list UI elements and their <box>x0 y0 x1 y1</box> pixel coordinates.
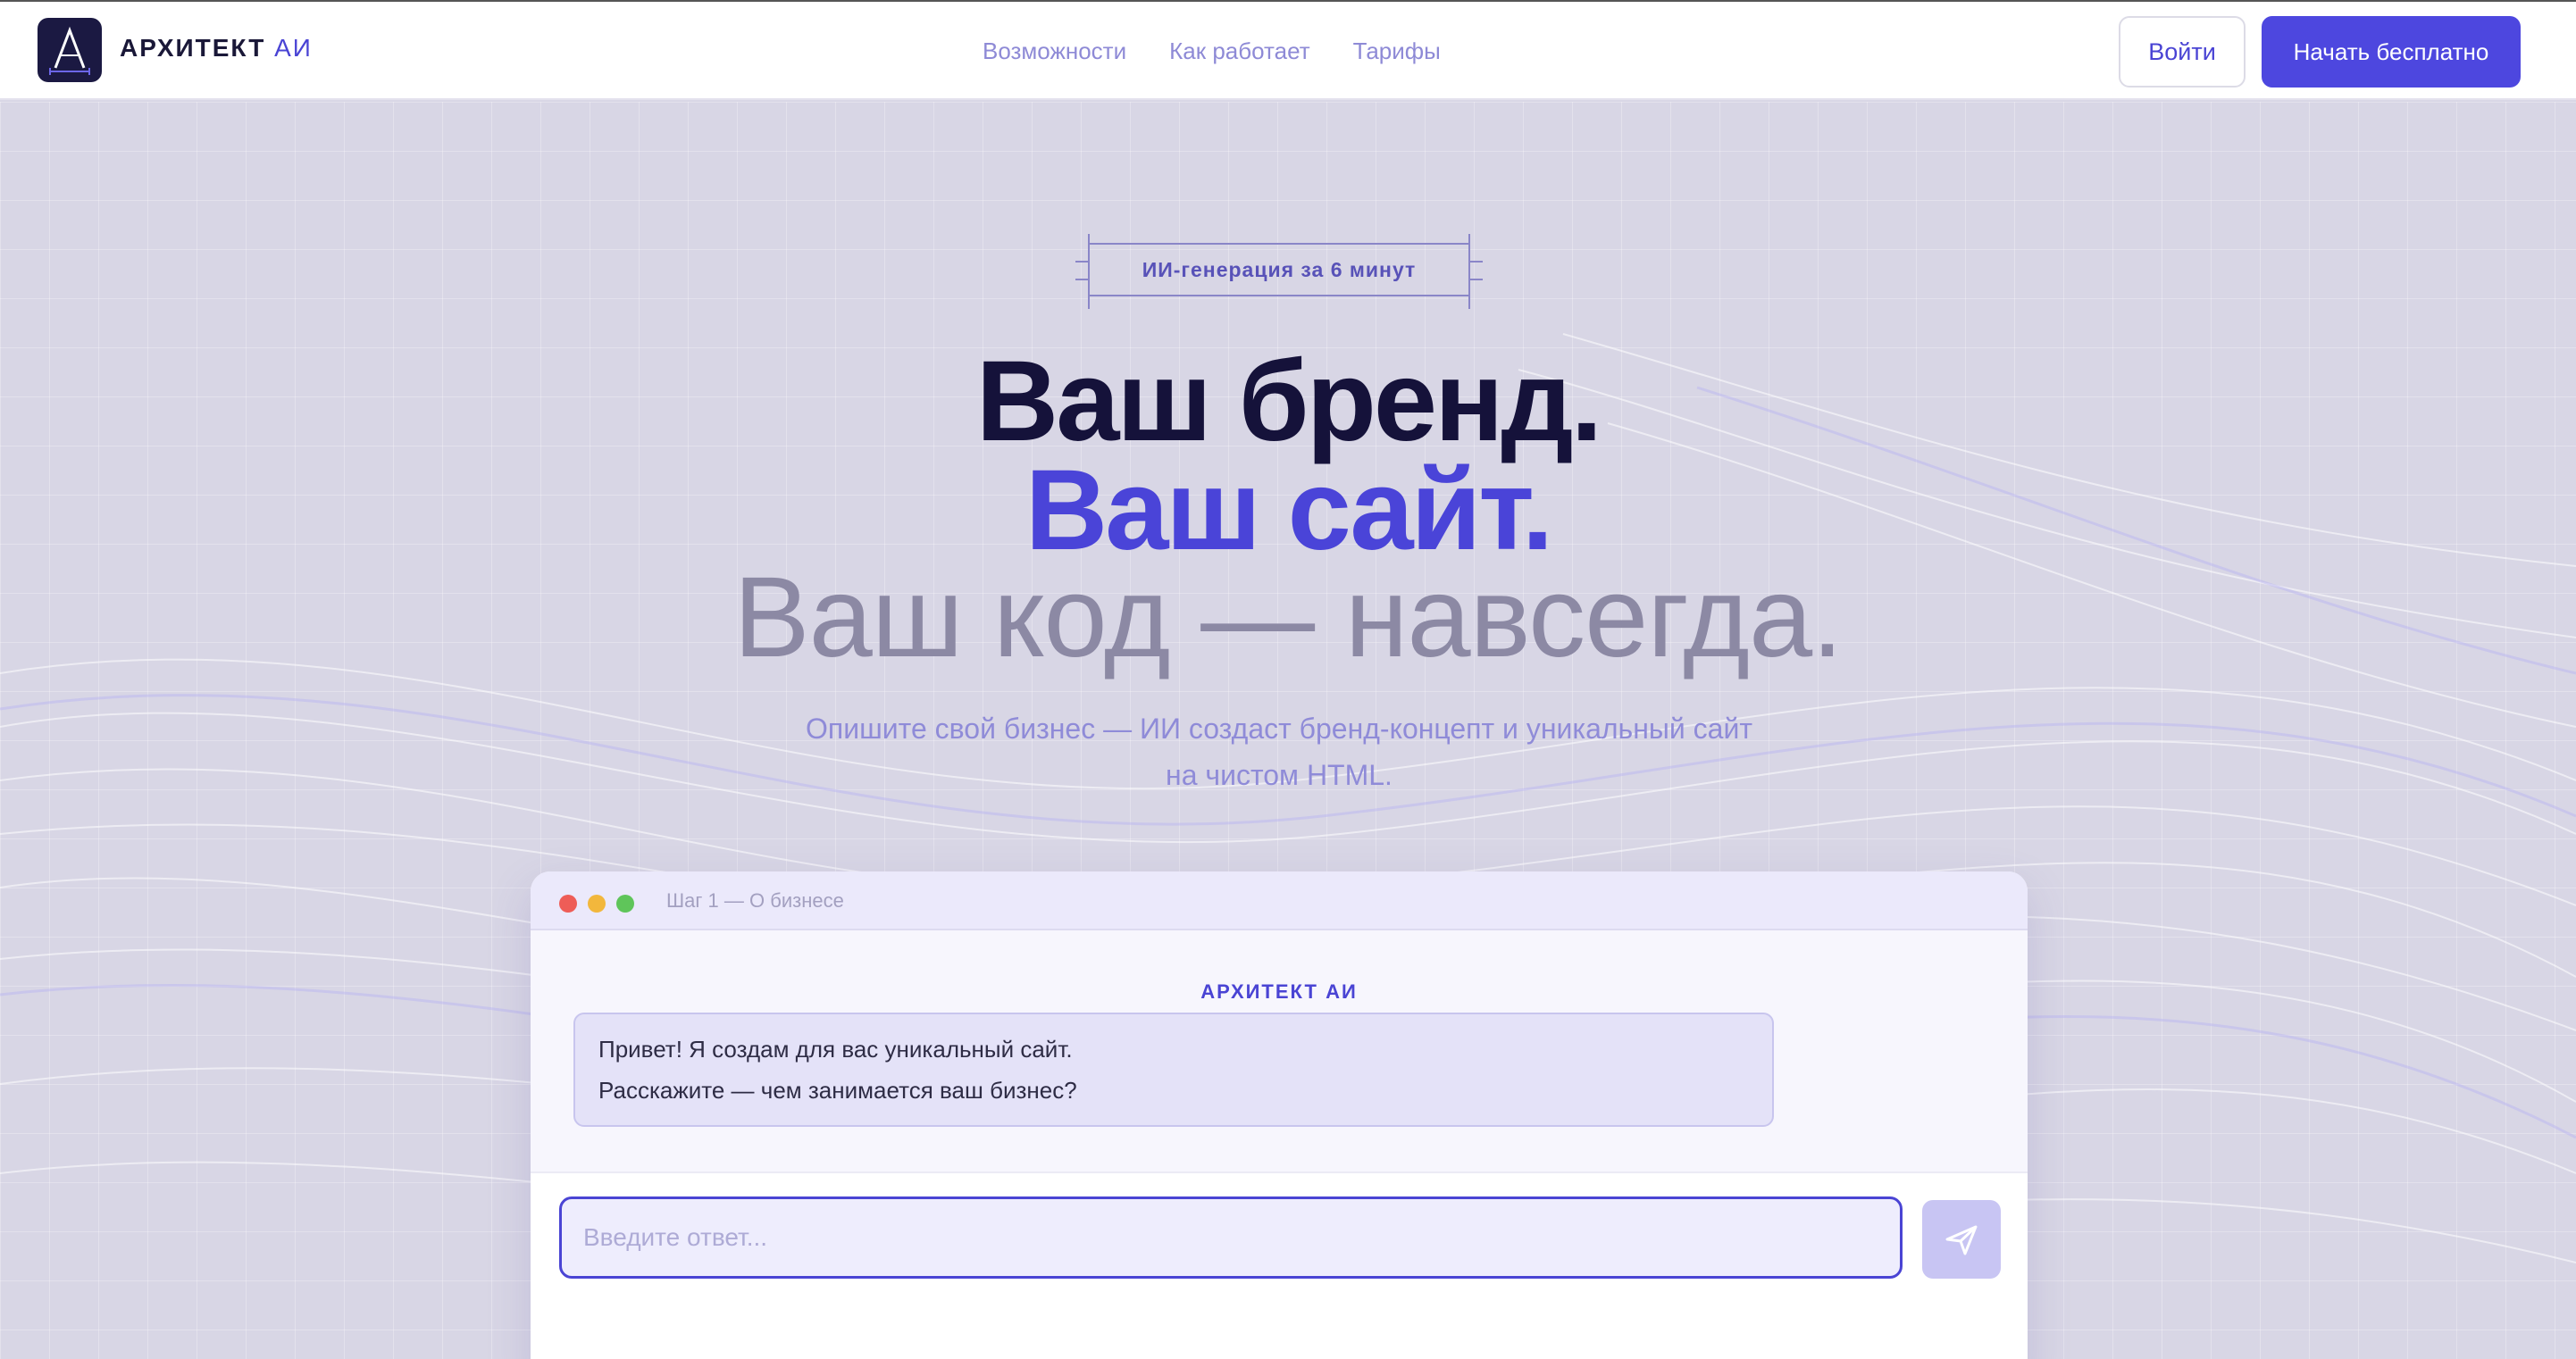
answer-input[interactable] <box>559 1196 1903 1279</box>
step-label: Шаг 1 — О бизнесе <box>666 889 844 912</box>
nav-link-features[interactable]: Возможности <box>983 38 1126 65</box>
close-dot-icon <box>559 895 577 913</box>
start-free-button[interactable]: Начать бесплатно <box>2262 16 2521 88</box>
nav-link-pricing[interactable]: Тарифы <box>1353 38 1441 65</box>
badge-stub-left <box>1075 261 1088 280</box>
main-nav: Возможности Как работает Тарифы <box>983 38 1441 65</box>
brand-name-accent: АИ <box>274 34 313 62</box>
send-icon <box>1945 1225 1978 1255</box>
brand-name-text: АРХИТЕКТ <box>120 34 266 62</box>
hero-badge: ИИ-генерация за 6 минут <box>1075 234 1483 309</box>
message-sender: АРХИТЕКТ АИ <box>1200 980 1358 1003</box>
message-line: Привет! Я создам для вас уникальный сайт… <box>598 1036 1073 1063</box>
message-line: Расскажите — чем занимается ваш бизнес? <box>598 1077 1077 1104</box>
hero-subtitle: Опишите свой бизнес — ИИ создаст бренд-к… <box>806 713 1752 791</box>
chat-titlebar: Шаг 1 — О бизнесе <box>531 871 2028 930</box>
nav-link-how-it-works[interactable]: Как работает <box>1169 38 1310 65</box>
minimize-dot-icon <box>588 895 606 913</box>
chat-window: Шаг 1 — О бизнесе АРХИТЕКТ АИ Привет! Я … <box>531 871 2028 1359</box>
logo-icon[interactable] <box>38 18 102 82</box>
badge-stub-right <box>1470 261 1483 280</box>
headline-line-3: Ваш код — навсегда. <box>733 554 1843 681</box>
login-button[interactable]: Войти <box>2119 16 2246 88</box>
badge-text: ИИ-генерация за 6 минут <box>1142 257 1417 281</box>
chat-input-area <box>531 1171 2028 1359</box>
send-button[interactable] <box>1922 1200 2001 1279</box>
hero-section: ИИ-генерация за 6 минут Ваш бренд. Ваш с… <box>0 102 2576 1359</box>
site-header: АРХИТЕКТ АИ Возможности Как работает Тар… <box>0 2 2576 100</box>
maximize-dot-icon <box>616 895 634 913</box>
brand-name[interactable]: АРХИТЕКТ АИ <box>120 34 313 63</box>
badge-bracket-left <box>1088 234 1090 309</box>
assistant-message: Привет! Я создам для вас уникальный сайт… <box>573 1013 1774 1127</box>
